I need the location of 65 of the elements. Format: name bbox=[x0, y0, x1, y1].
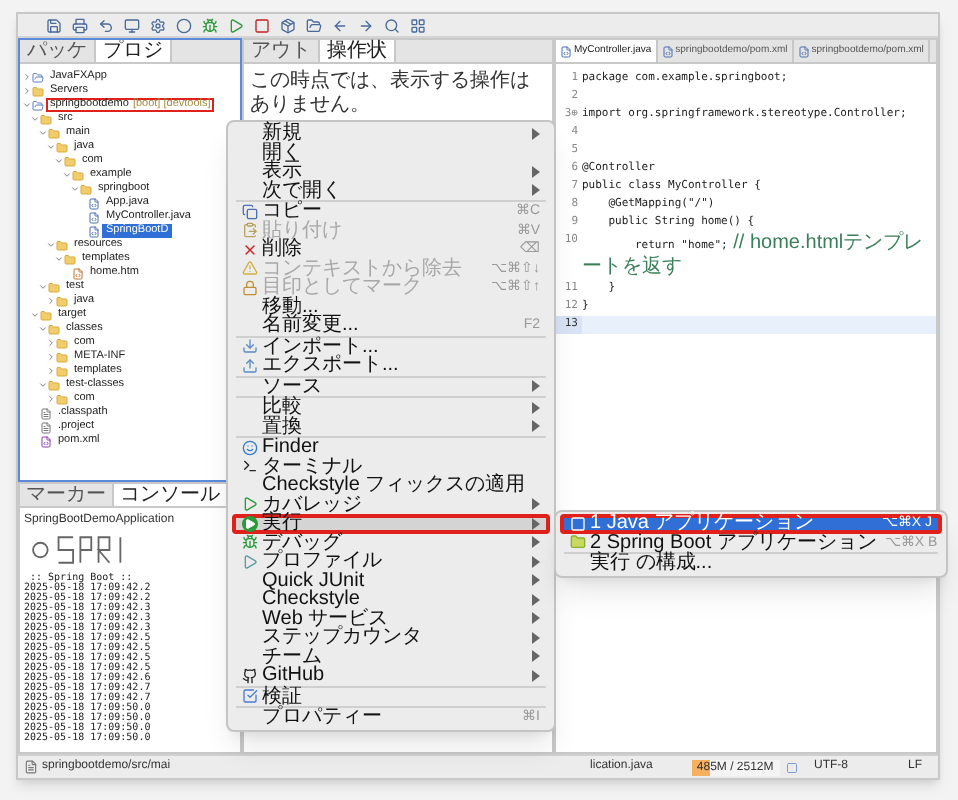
run-icon bbox=[242, 515, 258, 532]
delete-icon bbox=[242, 241, 258, 258]
menu-item[interactable]: プロファイル bbox=[232, 552, 550, 571]
html-file-icon bbox=[72, 267, 84, 279]
play-icon bbox=[242, 553, 258, 570]
settings-icon[interactable] bbox=[150, 17, 166, 33]
panel-tab[interactable]: 操作状 bbox=[320, 40, 396, 62]
save-icon[interactable] bbox=[46, 17, 62, 33]
warning-icon bbox=[242, 260, 258, 277]
search-icon[interactable] bbox=[384, 17, 400, 33]
file-icon bbox=[797, 45, 810, 57]
menu-item[interactable]: Quick JUnit bbox=[232, 571, 550, 590]
export-icon bbox=[242, 357, 258, 374]
menu-item[interactable]: 開く bbox=[232, 143, 550, 162]
menu-item[interactable]: 比較 bbox=[232, 398, 550, 417]
undo-icon[interactable] bbox=[98, 17, 114, 33]
folder-icon bbox=[32, 85, 44, 97]
menu-item[interactable]: エクスポート... bbox=[232, 356, 550, 375]
play-icon[interactable] bbox=[228, 17, 244, 33]
circle-icon[interactable] bbox=[176, 17, 192, 33]
folder-icon[interactable] bbox=[306, 17, 322, 33]
smiley-icon bbox=[242, 439, 258, 456]
github-icon bbox=[242, 667, 258, 684]
menu-item[interactable]: デバッグ bbox=[232, 533, 550, 552]
terminal-icon bbox=[242, 458, 258, 475]
menu-item[interactable]: 実行 bbox=[232, 514, 550, 533]
copy-icon bbox=[242, 203, 258, 220]
menu-item[interactable]: Checkstyle bbox=[232, 590, 550, 609]
menu-item[interactable]: 検証 bbox=[232, 687, 550, 706]
clipboard-icon bbox=[242, 222, 258, 239]
package-icon[interactable] bbox=[280, 17, 296, 33]
project-icon bbox=[32, 99, 44, 111]
bug-icon bbox=[242, 534, 258, 551]
menu-item[interactable]: 新規 bbox=[232, 124, 550, 143]
panel-tab[interactable]: コンソール bbox=[114, 484, 228, 506]
play-icon bbox=[242, 496, 258, 513]
stop-icon[interactable] bbox=[254, 17, 270, 33]
folder-icon bbox=[570, 534, 586, 551]
menu-item[interactable]: 移動... bbox=[232, 297, 550, 316]
menu-item[interactable]: 実行 の構成... bbox=[560, 554, 942, 573]
forward-icon[interactable] bbox=[358, 17, 374, 33]
menu-item[interactable]: Checkstyle フィックスの適用 bbox=[232, 476, 550, 495]
back-icon[interactable] bbox=[332, 17, 348, 33]
menu-item[interactable]: インポート... bbox=[232, 337, 550, 356]
checkbox-icon bbox=[242, 688, 258, 705]
menu-item[interactable]: Web サービス bbox=[232, 609, 550, 628]
file-icon bbox=[661, 45, 674, 57]
xml-file-icon bbox=[40, 435, 52, 447]
file-icon bbox=[560, 45, 572, 57]
menu-item[interactable]: Finder bbox=[232, 438, 550, 457]
lock-icon bbox=[242, 279, 258, 296]
project-icon bbox=[32, 71, 44, 83]
bug-icon[interactable] bbox=[202, 17, 218, 33]
submenu-arrow-icon bbox=[532, 127, 540, 140]
empty-message: この時点では、表示する操作はありません。 bbox=[248, 67, 532, 120]
menu-item[interactable]: チーム bbox=[232, 647, 550, 666]
monitor-icon[interactable] bbox=[124, 17, 140, 33]
menu-item[interactable]: ステップカウンタ bbox=[232, 628, 550, 647]
printer-icon[interactable] bbox=[72, 17, 88, 33]
grid-icon[interactable] bbox=[410, 17, 426, 33]
menu-item[interactable]: ターミナル bbox=[232, 457, 550, 476]
window-icon bbox=[570, 515, 586, 532]
menu-item[interactable]: 表示 bbox=[232, 162, 550, 181]
file-icon bbox=[24, 760, 38, 774]
import-icon bbox=[242, 338, 258, 355]
